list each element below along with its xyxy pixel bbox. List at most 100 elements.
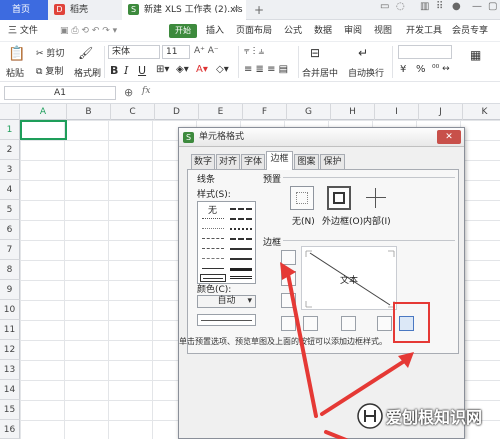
line-style-selected[interactable]	[200, 274, 226, 282]
line-style-option[interactable]	[202, 218, 224, 219]
row-header[interactable]: 8	[0, 260, 20, 280]
menu-data[interactable]: 数据	[314, 20, 332, 42]
line-style-option[interactable]	[230, 268, 252, 271]
apps-icon[interactable]: ⠿	[436, 1, 443, 12]
border-top-button[interactable]	[281, 250, 296, 265]
percent-button[interactable]: %	[416, 64, 426, 75]
tab-alignment[interactable]: 对齐	[216, 154, 240, 169]
tab-patterns[interactable]: 图案	[294, 154, 319, 169]
font-color-icon[interactable]: A▾	[196, 64, 208, 75]
line-style-option[interactable]	[230, 238, 252, 240]
tab-number[interactable]: 数字	[191, 154, 215, 169]
paste-button[interactable]: 粘贴	[6, 66, 24, 79]
line-style-option[interactable]	[230, 276, 252, 279]
menu-insert[interactable]: 插入	[206, 20, 224, 42]
line-style-option[interactable]	[230, 218, 252, 220]
column-header[interactable]: I	[375, 104, 419, 120]
font-name-select[interactable]: 宋体	[108, 45, 160, 59]
preset-none-label[interactable]: 无(N)	[292, 214, 315, 227]
skin-icon[interactable]: ◌	[396, 1, 405, 12]
format-painter-button[interactable]: 格式刷	[74, 66, 101, 79]
row-header[interactable]: 16	[0, 420, 20, 439]
row-header[interactable]: 7	[0, 240, 20, 260]
row-header[interactable]: 11	[0, 320, 20, 340]
line-style-option[interactable]	[202, 238, 224, 239]
dialog-title-bar[interactable]: S 单元格格式 ✕	[179, 128, 464, 147]
row-header[interactable]: 4	[0, 180, 20, 200]
tab-document[interactable]: S 新建 XLS 工作表 (2).xls ✕	[122, 0, 246, 20]
menu-developer[interactable]: 开发工具	[406, 20, 442, 42]
row-header[interactable]: 15	[0, 400, 20, 420]
column-header[interactable]: F	[243, 104, 287, 120]
border-bottom-button[interactable]	[281, 293, 296, 308]
horizontal-align-icons[interactable]: ≡ ≣ ≡ ▤	[244, 64, 288, 75]
row-header[interactable]: 5	[0, 200, 20, 220]
preset-outline-label[interactable]: 外边框(O)	[322, 214, 363, 227]
start-tab-button[interactable]: 开始	[169, 24, 197, 38]
minimize-icon[interactable]: —	[472, 1, 482, 12]
line-style-option[interactable]	[230, 248, 252, 250]
merge-center-button[interactable]: 合并居中	[302, 66, 338, 79]
dialog-close-button[interactable]: ✕	[437, 130, 461, 144]
border-preview[interactable]: 文本	[301, 246, 397, 310]
zoom-icon[interactable]: ⊕	[124, 86, 133, 99]
column-header[interactable]: A	[20, 104, 67, 120]
border-center-button[interactable]	[341, 316, 356, 331]
line-style-option[interactable]	[202, 228, 224, 229]
italic-button[interactable]: I	[124, 64, 128, 77]
message-icon[interactable]: ▭	[380, 1, 389, 12]
close-tab-icon[interactable]: ✕	[232, 0, 240, 20]
line-style-option[interactable]	[230, 258, 252, 260]
column-header[interactable]: H	[331, 104, 375, 120]
row-header[interactable]: 2	[0, 140, 20, 160]
column-header[interactable]: G	[287, 104, 331, 120]
column-header[interactable]: D	[155, 104, 199, 120]
row-header[interactable]: 1	[0, 120, 20, 140]
tab-border[interactable]: 边框	[266, 151, 293, 170]
number-format-select[interactable]	[398, 45, 452, 59]
file-menu[interactable]: 三 文件	[8, 20, 38, 42]
new-tab-icon[interactable]: +	[254, 3, 268, 17]
font-size-adjust-icons[interactable]: A⁺ A⁻	[194, 46, 219, 56]
preset-inside-button[interactable]	[364, 186, 388, 210]
line-style-option[interactable]	[202, 258, 224, 259]
copy-button[interactable]: ⧉ 复制	[36, 64, 63, 77]
tab-docer[interactable]: D 稻壳	[48, 0, 122, 20]
style-none-option[interactable]: 无	[208, 203, 217, 216]
column-header[interactable]: C	[111, 104, 155, 120]
preset-inside-label[interactable]: 内部(I)	[363, 214, 391, 227]
row-header[interactable]: 10	[0, 300, 20, 320]
name-box[interactable]: A1	[4, 86, 116, 100]
active-cell[interactable]	[20, 120, 67, 140]
font-size-select[interactable]: 11	[162, 45, 190, 59]
column-header[interactable]: K	[463, 104, 500, 120]
cut-button[interactable]: ✂ 剪切	[36, 46, 64, 59]
row-header[interactable]: 3	[0, 160, 20, 180]
tab-font[interactable]: 字体	[241, 154, 265, 169]
menu-formulas[interactable]: 公式	[284, 20, 302, 42]
quick-access-icons[interactable]: ▣ ⎙ ⟲ ↶ ↷ ▾	[60, 20, 117, 42]
table-style-icon[interactable]: ▦	[470, 48, 481, 62]
border-right-button[interactable]	[377, 316, 392, 331]
borders-icon[interactable]: ⊞▾	[156, 64, 169, 75]
row-header[interactable]: 9	[0, 280, 20, 300]
formula-input[interactable]	[158, 85, 498, 101]
layout-icon[interactable]: ▥	[420, 1, 429, 12]
row-header[interactable]: 13	[0, 360, 20, 380]
border-diagonal-up-button[interactable]	[281, 316, 296, 331]
row-header[interactable]: 12	[0, 340, 20, 360]
row-header[interactable]: 6	[0, 220, 20, 240]
row-header[interactable]: 14	[0, 380, 20, 400]
column-header[interactable]: E	[199, 104, 243, 120]
column-header[interactable]: J	[419, 104, 463, 120]
border-left-button[interactable]	[303, 316, 318, 331]
menu-review[interactable]: 审阅	[344, 20, 362, 42]
preset-outline-button[interactable]	[327, 186, 351, 210]
line-style-list[interactable]: 无	[197, 201, 256, 284]
line-style-option[interactable]	[230, 208, 252, 210]
avatar-icon[interactable]: ●	[452, 1, 461, 12]
column-header[interactable]: B	[67, 104, 111, 120]
vertical-align-icons[interactable]: ⫧ ⫶ ⫨	[244, 46, 264, 57]
decimal-buttons[interactable]: ⁰⁰ ↔	[432, 64, 450, 74]
bold-button[interactable]: B	[110, 64, 118, 77]
